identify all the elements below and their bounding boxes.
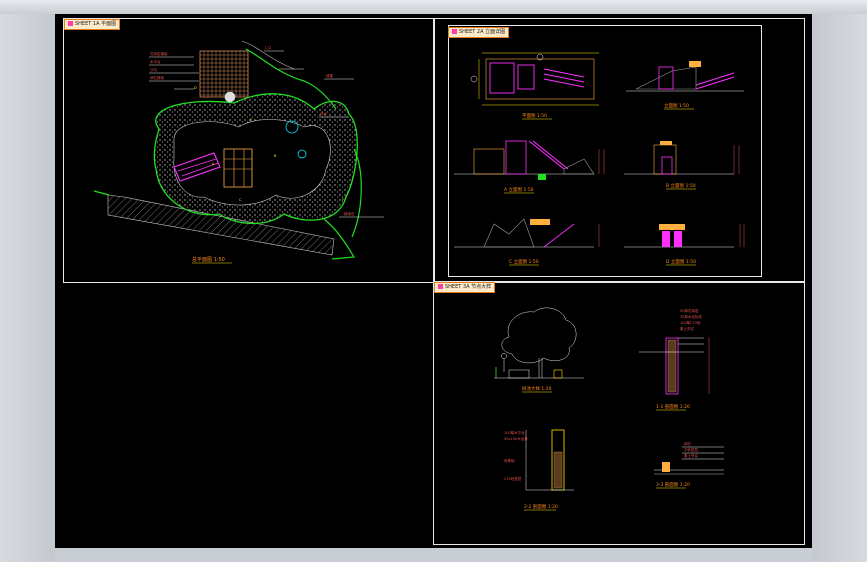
window-bottom-frame bbox=[55, 548, 812, 562]
site-plan-title: 总平面图 1:50 bbox=[192, 256, 225, 263]
title-elevation-a: A 立面图 1:50 bbox=[504, 186, 534, 193]
svg-text:素土夯实: 素土夯实 bbox=[680, 326, 694, 331]
window-right-frame bbox=[812, 14, 867, 562]
svg-text:E: E bbox=[250, 118, 252, 122]
window-left-frame bbox=[0, 14, 55, 562]
svg-text:100厚木平台: 100厚木平台 bbox=[504, 430, 525, 435]
svg-text:花岗岩铺装: 花岗岩铺装 bbox=[150, 51, 168, 56]
viewport-details[interactable]: SHEET 3A 节点大样 树池大样 1:20 50厚花岗岩 30厚水泥砂浆 1… bbox=[433, 281, 805, 545]
site-plan-drawing: 花岗岩铺装木平台 沙坑卵石铺地 入口绿篱 乔木路缘石 DEAB CF 总平面图 … bbox=[93, 40, 384, 264]
svg-text:30厚水泥砂浆: 30厚水泥砂浆 bbox=[680, 314, 702, 319]
svg-text:D: D bbox=[194, 86, 197, 90]
title-elevation-d: D 立面图 1:50 bbox=[666, 258, 696, 265]
title-elevation-b: B 立面图 1:50 bbox=[666, 182, 696, 189]
svg-text:50厚花岗岩: 50厚花岗岩 bbox=[680, 308, 699, 313]
svg-text:素土夯实: 素土夯实 bbox=[684, 453, 698, 458]
tree-elevation bbox=[494, 307, 584, 379]
tree-circle bbox=[224, 91, 236, 103]
title-tree-detail: 树池大样 1:20 bbox=[522, 385, 552, 392]
svg-text:F: F bbox=[342, 198, 344, 202]
window-top-frame bbox=[0, 0, 867, 14]
cad-drawing-canvas[interactable]: SHEET 1A 平面图 花岗岩铺装 木平台 沙坑 卵石铺地 入口 绿篱 乔木 … bbox=[55, 14, 812, 548]
title-section-3: 3-3 剖面图 1:20 bbox=[656, 481, 690, 488]
svg-text:砖基础: 砖基础 bbox=[504, 458, 515, 463]
detail-drawings: 树池大样 1:20 50厚花岗岩30厚水泥砂浆 100厚C15砼素土夯实 1-1… bbox=[494, 307, 724, 511]
svg-text:卵石: 卵石 bbox=[684, 441, 692, 446]
title-elevation-c: C 立面图 1:50 bbox=[509, 258, 539, 265]
title-plan: 平面图 1:50 bbox=[522, 113, 547, 119]
svg-text:路缘石: 路缘石 bbox=[344, 211, 355, 216]
title-elevation: 立面图 1:50 bbox=[664, 102, 689, 109]
svg-text:入口: 入口 bbox=[264, 45, 272, 50]
title-section-2: 2-2 剖面图 1:20 bbox=[524, 503, 558, 510]
svg-text:木平台: 木平台 bbox=[150, 59, 161, 64]
elevation-drawings: 平面图 1:50 立面图 1:50 A 立面图 1:50 B 立面图 1:50 … bbox=[454, 52, 745, 266]
viewport-site-plan[interactable]: SHEET 1A 平面图 花岗岩铺装 木平台 沙坑 卵石铺地 入口 绿篱 乔木 … bbox=[63, 18, 435, 283]
svg-text:100厚C15砼: 100厚C15砼 bbox=[680, 320, 701, 325]
svg-text:卵石铺地: 卵石铺地 bbox=[150, 75, 164, 80]
svg-text:50x100木龙骨: 50x100木龙骨 bbox=[504, 436, 528, 441]
svg-text:绿篱: 绿篱 bbox=[326, 73, 334, 78]
svg-text:沙坑: 沙坑 bbox=[150, 67, 157, 72]
svg-text:中砂垫层: 中砂垫层 bbox=[684, 447, 698, 452]
title-section-1: 1-1 剖面图 1:20 bbox=[656, 403, 690, 410]
viewport-elevations[interactable]: SHEET 2A 立面详图 平面图 1:50 立面图 1:50 A 立面图 1:… bbox=[433, 18, 805, 283]
svg-text:C15砼垫层: C15砼垫层 bbox=[504, 476, 522, 481]
sandpit-grid bbox=[199, 50, 249, 98]
svg-text:乔木: 乔木 bbox=[320, 111, 328, 116]
